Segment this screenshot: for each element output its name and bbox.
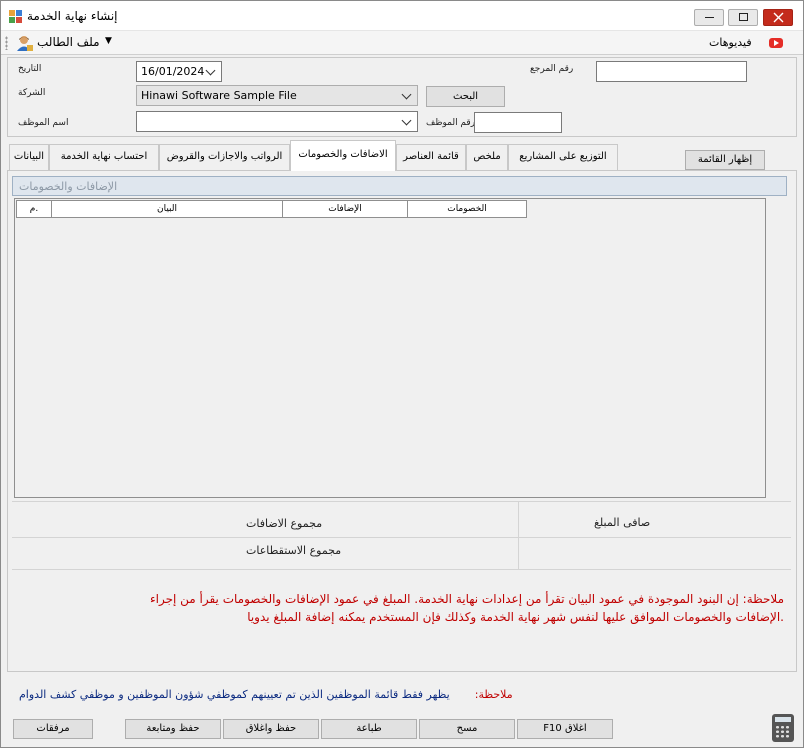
column-header-description[interactable]: البيان (51, 200, 283, 218)
totals-area: مجموع الاضافات مجموع الاستقطاعات صافى ال… (12, 501, 791, 570)
employee-name-select[interactable] (136, 111, 418, 132)
minimize-icon (705, 17, 714, 18)
menu-strip: ملف الطالب ▼ فيديوهات (1, 31, 803, 55)
tab-items-list[interactable]: قائمة العناصر (396, 144, 466, 170)
grip-handle-icon (5, 36, 8, 50)
company-label: الشركة (18, 88, 46, 98)
save-continue-button[interactable]: حفظ ومتابعة (125, 719, 221, 739)
bottom-note-label: ملاحظة: (474, 688, 513, 701)
explanation-note: ملاحظة: إن البنود الموجودة في عمود البيا… (24, 590, 784, 626)
window-frame: إنشاء نهاية الخدمة ملف الطالب ▼ فيديوهات… (0, 0, 804, 748)
employee-name-label: اسم الموظف (18, 118, 69, 128)
divider (12, 569, 791, 570)
search-button[interactable]: البحث (426, 86, 505, 107)
total-additions-label: مجموع الاضافات (246, 517, 323, 530)
student-file-menu[interactable]: ملف الطالب (37, 35, 100, 49)
net-amount-label: صافى المبلغ (594, 516, 651, 529)
tab-salaries-vacations-loans[interactable]: الرواتب والاجازات والقروض (159, 144, 290, 170)
close-button[interactable] (763, 9, 793, 26)
date-value: 16/01/2024 (141, 65, 205, 78)
window-title: إنشاء نهاية الخدمة (27, 9, 118, 23)
group-header: الإضافات والخصومات (12, 176, 787, 196)
maximize-icon (739, 13, 748, 21)
app-icon (9, 10, 23, 24)
company-value: Hinawi Software Sample File (141, 89, 297, 102)
videos-menu[interactable]: فيديوهات (709, 36, 752, 49)
column-header-additions[interactable]: الإضافات (282, 200, 408, 218)
bottom-note-text: يظهر فقط قائمة الموظفين الذين تم تعيينهم… (19, 688, 450, 701)
tab-end-service-calc[interactable]: احتساب نهاية الخدمة (49, 144, 159, 170)
divider (12, 501, 791, 502)
bottom-note: ملاحظة: يظهر فقط قائمة الموظفين الذين تم… (19, 688, 513, 701)
close-f10-button[interactable]: F10 اغلاق (517, 719, 613, 739)
tab-summary[interactable]: ملخص (466, 144, 508, 170)
print-button[interactable]: طباعة (321, 719, 417, 739)
reference-input[interactable] (596, 61, 747, 82)
chevron-down-icon[interactable] (401, 90, 413, 102)
title-bar: إنشاء نهاية الخدمة (1, 1, 803, 31)
maximize-button[interactable] (728, 9, 758, 26)
column-header-number[interactable]: م. (16, 200, 52, 218)
clear-button[interactable]: مسح (419, 719, 515, 739)
additions-deductions-panel: الإضافات والخصومات م. البيان الإضافات ال… (7, 170, 797, 672)
student-user-icon (17, 36, 33, 51)
date-label: التاريخ (18, 64, 42, 74)
note-line-2: .الإضافات والخصومات الموافق عليها لنفس ش… (247, 610, 784, 624)
employee-number-input[interactable] (474, 112, 562, 133)
chevron-down-icon[interactable] (205, 66, 217, 78)
chevron-down-icon[interactable] (401, 116, 413, 128)
youtube-icon[interactable] (769, 38, 783, 48)
reference-label: رقم المرجع (530, 64, 574, 74)
minimize-button[interactable] (694, 9, 724, 26)
save-close-button[interactable]: حفظ واغلاق (223, 719, 319, 739)
divider (12, 537, 791, 538)
show-list-button[interactable]: إظهار القائمة (685, 150, 765, 170)
note-line-1: ملاحظة: إن البنود الموجودة في عمود البيا… (149, 592, 784, 606)
header-panel: التاريخ 16/01/2024 رقم المرجع الشركة Hin… (7, 57, 797, 137)
additions-deductions-grid[interactable]: م. البيان الإضافات الخصومات (14, 198, 766, 498)
column-header-deductions[interactable]: الخصومات (407, 200, 527, 218)
dropdown-arrow-icon[interactable]: ▼ (105, 36, 112, 46)
employee-number-label: رقم الموظف (426, 118, 476, 128)
date-picker[interactable]: 16/01/2024 (136, 61, 222, 82)
total-deductions-label: مجموع الاستقطاعات (246, 544, 342, 557)
attachments-button[interactable]: مرفقات (13, 719, 93, 739)
group-title: الإضافات والخصومات (19, 180, 118, 193)
tab-additions-deductions[interactable]: الاضافات والخصومات (290, 140, 396, 171)
close-icon (773, 12, 784, 23)
calculator-icon[interactable] (772, 714, 794, 742)
tab-project-distribution[interactable]: التوزيع على المشاريع (508, 144, 618, 170)
tab-data[interactable]: البيانات (9, 144, 49, 170)
company-select[interactable]: Hinawi Software Sample File (136, 85, 418, 106)
divider (518, 501, 519, 569)
